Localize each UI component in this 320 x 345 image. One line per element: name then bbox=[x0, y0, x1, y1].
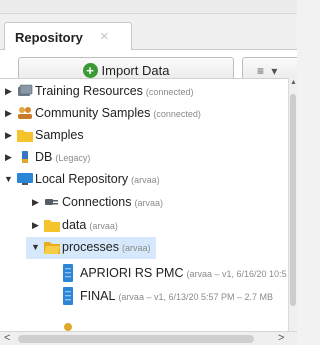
scroll-left-icon[interactable]: < bbox=[4, 332, 10, 344]
tree-item-label: Samples bbox=[35, 128, 84, 142]
folder-open-icon bbox=[44, 242, 60, 254]
tree-item-label: data bbox=[62, 218, 87, 232]
tab-label: Repository bbox=[15, 30, 83, 45]
tree-item-label: Training Resources bbox=[35, 84, 143, 98]
close-icon[interactable]: × bbox=[100, 28, 109, 45]
tree-item-sublabel: (connected) bbox=[145, 87, 194, 97]
expand-arrow-icon[interactable]: ▶ bbox=[32, 197, 40, 207]
process-file-icon bbox=[63, 264, 73, 282]
tree-item-sublabel: (arvaa – v1, 6/16/20 10:5 bbox=[186, 269, 287, 279]
tree-item-local-repository[interactable]: ▼ Local Repository (arvaa) bbox=[0, 169, 288, 191]
folder-icon bbox=[44, 220, 60, 232]
tree-item-sublabel: (Legacy) bbox=[55, 153, 91, 163]
tree-item-label: Community Samples bbox=[35, 106, 151, 120]
scroll-up-icon[interactable]: ▲ bbox=[290, 79, 297, 86]
scroll-right-icon[interactable]: > bbox=[278, 332, 284, 344]
expand-arrow-icon[interactable]: ▶ bbox=[32, 220, 40, 230]
process-file-icon bbox=[63, 287, 73, 305]
local-repository-icon bbox=[17, 173, 33, 185]
plus-icon: + bbox=[82, 63, 98, 78]
tree-item-training-resources[interactable]: ▶ Training Resources (connected) bbox=[0, 81, 288, 103]
tree-item-label: Local Repository bbox=[35, 172, 129, 186]
expand-arrow-icon[interactable]: ▶ bbox=[5, 86, 13, 96]
vertical-scrollbar[interactable]: ▲ bbox=[288, 78, 297, 331]
tab-repository[interactable]: Repository × bbox=[4, 22, 132, 51]
tree-item-community-samples[interactable]: ▶ Community Samples (connected) bbox=[0, 103, 288, 125]
community-icon bbox=[18, 107, 32, 119]
expand-arrow-icon[interactable]: ▶ bbox=[5, 108, 13, 118]
tree-item-connections[interactable]: ▶ Connections (arvaa) bbox=[0, 192, 288, 214]
tree-item-label: processes bbox=[62, 240, 119, 254]
tree-item-label: APRIORI RS PMC bbox=[80, 266, 184, 280]
window-top-strip bbox=[0, 0, 297, 14]
tree-item-sublabel: (connected) bbox=[153, 109, 201, 119]
repository-tree: ▶ Training Resources (connected) ▶ Commun… bbox=[0, 78, 288, 331]
horizontal-scroll-thumb[interactable] bbox=[18, 335, 254, 343]
tree-item-apriori-rs-pmc[interactable]: APRIORI RS PMC (arvaa – v1, 6/16/20 10:5 bbox=[0, 263, 288, 285]
tree-item-label: FINAL bbox=[80, 289, 116, 303]
tree-item-sublabel: (arvaa) bbox=[131, 175, 160, 185]
tree-item-partial[interactable] bbox=[0, 311, 288, 331]
tree-item-data[interactable]: ▶ data (arvaa) bbox=[0, 215, 288, 237]
tree-item-sublabel: (arvaa) bbox=[121, 243, 151, 253]
folder-icon bbox=[17, 130, 33, 142]
tree-item-sublabel: (arvaa) bbox=[134, 198, 164, 208]
database-icon bbox=[22, 151, 28, 163]
process-file-icon bbox=[64, 323, 72, 331]
connections-icon bbox=[45, 199, 58, 205]
tree-item-samples[interactable]: ▶ Samples bbox=[0, 125, 288, 147]
tree-item-sublabel: (arvaa) bbox=[89, 221, 118, 231]
tree-item-sublabel: (arvaa – v1, 6/13/20 5:57 PM – 2.7 MB bbox=[118, 292, 274, 302]
expand-arrow-icon[interactable]: ▶ bbox=[5, 152, 13, 162]
tree-item-processes[interactable]: ▼ processes (arvaa) bbox=[26, 237, 156, 259]
tree-item-db[interactable]: ▶ DB (Legacy) bbox=[0, 147, 288, 169]
collapse-arrow-icon[interactable]: ▼ bbox=[4, 174, 13, 184]
menu-icon: ≡ ▾ bbox=[257, 64, 280, 78]
tree-item-label: Connections bbox=[62, 195, 132, 209]
vertical-scroll-thumb[interactable] bbox=[290, 94, 296, 306]
training-resources-icon bbox=[18, 84, 33, 96]
expand-arrow-icon[interactable]: ▶ bbox=[5, 130, 13, 140]
import-data-label: Import Data bbox=[101, 63, 170, 78]
collapse-arrow-icon[interactable]: ▼ bbox=[31, 242, 40, 252]
tree-item-label: DB bbox=[35, 150, 53, 164]
tree-item-final[interactable]: FINAL (arvaa – v1, 6/13/20 5:57 PM – 2.7 … bbox=[0, 286, 288, 308]
tab-bar: Repository × bbox=[0, 20, 297, 51]
horizontal-scrollbar[interactable]: < > bbox=[0, 331, 297, 345]
